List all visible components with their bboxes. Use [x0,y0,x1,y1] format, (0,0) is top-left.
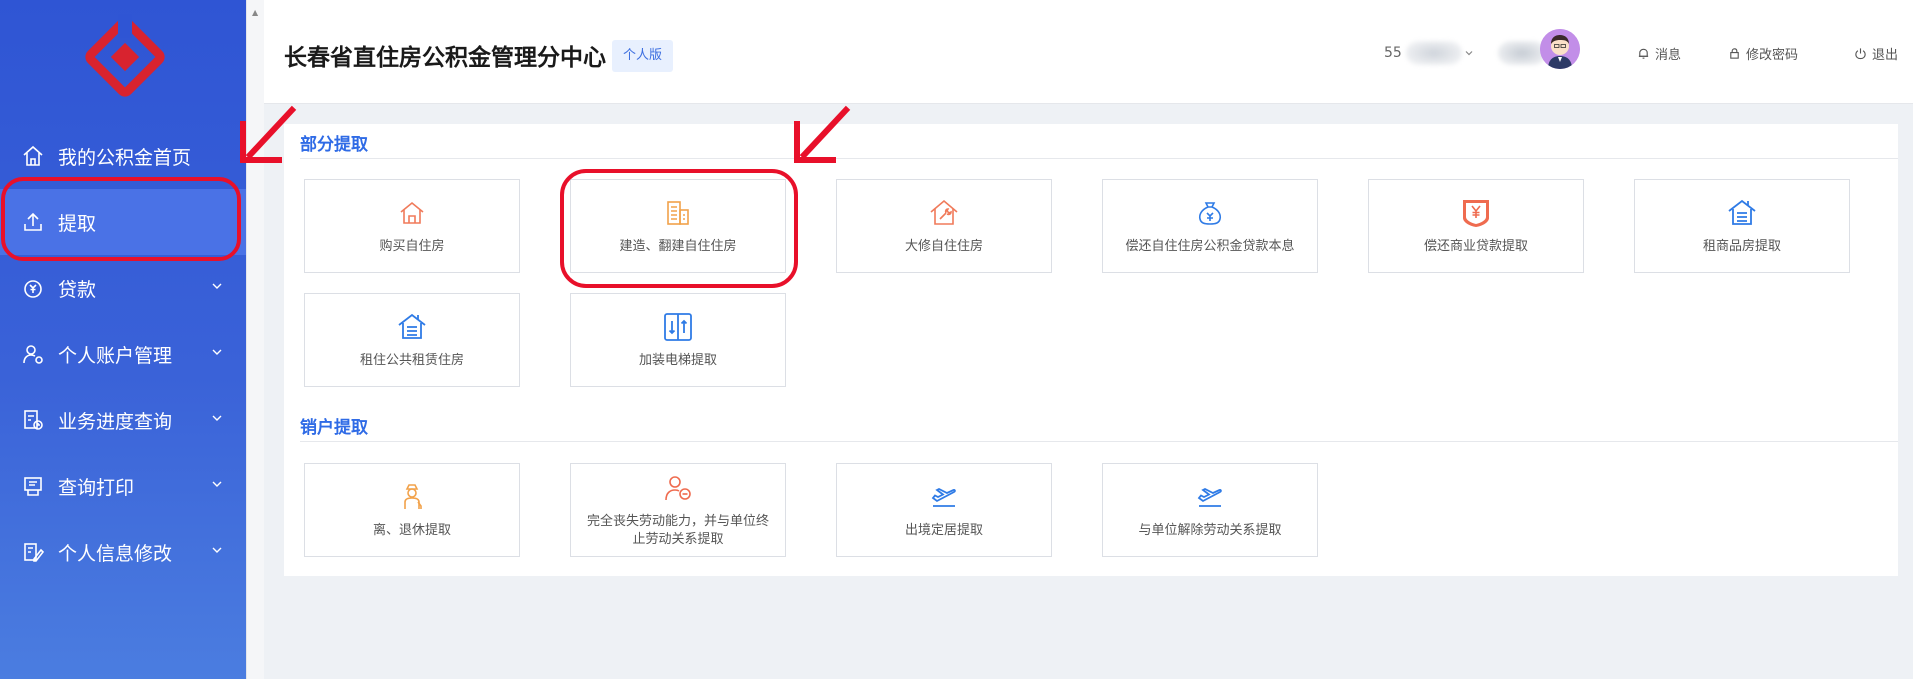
avatar[interactable] [1540,29,1580,69]
sidebar-item-label: 贷款 [58,278,97,301]
tile-label: 加装电梯提取 [638,353,717,368]
edition-badge: 个人版 [612,40,674,72]
sidebar-item-label: 业务进度查询 [58,410,173,433]
logout-label: 退出 [1872,48,1899,63]
chevron-down-icon [1465,51,1473,56]
money-bag-icon [20,275,46,301]
sidebar-item-label: 查询打印 [58,476,135,499]
house-icon [395,196,429,230]
withdraw-panel: 部分提取 购买自住房 建造、翻建自住住房 大修自住住房 偿还自住住房公积金贷款本… [284,124,1898,576]
tile-label: 购买自住房 [379,239,445,254]
tile-retirement[interactable]: 离、退休提取 [304,463,520,557]
edit-profile-icon [20,539,46,565]
departure-plane-icon [927,480,961,514]
tile-label: 租商品房提取 [1702,239,1781,254]
tile-label: 租住公共租赁住房 [359,353,464,368]
tile-build-house[interactable]: 建造、翻建自住住房 [570,179,786,273]
section-title-partial: 部分提取 [300,135,368,155]
money-bag-icon [1193,196,1227,230]
home-icon [20,143,46,169]
rental-house-icon [1725,196,1759,230]
sidebar-item-print[interactable]: 查询打印 [0,453,246,519]
user-settings-icon [20,341,46,367]
tile-label: 出境定居提取 [904,523,983,538]
tile-label: 偿还商业贷款提取 [1423,239,1528,254]
tile-repay-fund-loan[interactable]: 偿还自住住房公积金贷款本息 [1102,179,1318,273]
tile-label: 完全丧失劳动能力，并与单位终止劳动关系提取 [586,514,769,547]
departure-plane-icon [1193,480,1227,514]
sidebar-item-progress[interactable]: 业务进度查询 [0,387,246,453]
top-header: 长春省直住房公积金管理分中心 个人版 55 消息 修改密码 退出 [264,0,1913,104]
tile-buy-house[interactable]: 购买自住房 [304,179,520,273]
blurred-account-id [1497,41,1546,65]
tile-terminate-employment[interactable]: 与单位解除劳动关系提取 [1102,463,1318,557]
lock-icon [1730,48,1739,59]
tile-repay-commercial-loan[interactable]: 偿还商业贷款提取 [1368,179,1584,273]
blurred-user-name [1405,41,1462,65]
sidebar-item-label: 个人账户管理 [58,344,173,367]
messages-label: 消息 [1655,48,1682,63]
tile-rent-public-housing[interactable]: 租住公共租赁住房 [304,293,520,387]
retiree-icon [395,480,429,514]
building-icon [661,196,695,230]
sidebar-item-label: 提取 [58,212,97,235]
sidebar-nav: 我的公积金首页 提取 贷款 个人账户管理 业务进度查询 查询打印 个人信息修改 [0,123,246,585]
bell-icon [1638,48,1649,59]
yen-badge-icon [1459,196,1493,230]
printer-icon [20,473,46,499]
elevator-icon [661,310,695,344]
tile-repair-house[interactable]: 大修自住住房 [836,179,1052,273]
sidebar-item-home[interactable]: 我的公积金首页 [0,123,246,189]
sidebar-item-loan[interactable]: 贷款 [0,255,246,321]
tile-disability[interactable]: 完全丧失劳动能力，并与单位终止劳动关系提取 [570,463,786,557]
sidebar-item-withdraw[interactable]: 提取 [0,189,246,255]
tile-rent-commercial-house[interactable]: 租商品房提取 [1634,179,1850,273]
tile-label: 大修自住住房 [904,239,983,254]
logout-link[interactable]: 退出 [1854,44,1898,63]
chevron-down-icon [212,349,222,355]
section-title-closure: 销户提取 [300,418,368,438]
power-icon [1855,48,1866,60]
house-repair-icon [927,196,961,230]
sidebar-item-profile[interactable]: 个人信息修改 [0,519,246,585]
sidebar-item-label: 个人信息修改 [58,542,173,565]
upload-icon [20,209,46,235]
section-divider [300,441,1898,442]
chevron-down-icon [212,283,222,289]
tile-label: 离、退休提取 [372,523,451,538]
user-name-prefix: 55 [1384,45,1402,61]
tile-install-elevator[interactable]: 加装电梯提取 [570,293,786,387]
tile-label: 建造、翻建自住住房 [619,239,737,254]
tile-emigration[interactable]: 出境定居提取 [836,463,1052,557]
chevron-down-icon [212,415,222,421]
change-password-label: 修改密码 [1746,48,1799,63]
user-minus-icon [661,471,695,505]
user-menu[interactable]: 55 [1384,38,1546,68]
change-password-link[interactable]: 修改密码 [1728,44,1798,63]
scroll-up-icon[interactable]: ▲ [252,8,258,17]
messages-link[interactable]: 消息 [1637,44,1681,63]
progress-calendar-icon [20,407,46,433]
page-title: 长春省直住房公积金管理分中心 [284,45,606,71]
sidebar-scrollbar[interactable]: ▲ [246,0,264,679]
sidebar-item-label: 我的公积金首页 [58,146,192,169]
tile-label: 与单位解除劳动关系提取 [1138,523,1282,538]
chevron-down-icon [212,481,222,487]
sidebar: 我的公积金首页 提取 贷款 个人账户管理 业务进度查询 查询打印 个人信息修改 [0,0,246,679]
sidebar-item-account[interactable]: 个人账户管理 [0,321,246,387]
tile-label: 偿还自住住房公积金贷款本息 [1125,239,1295,254]
section-divider [300,158,1898,159]
rental-house-icon [395,310,429,344]
chevron-down-icon [212,547,222,553]
logo-icon [85,14,165,97]
